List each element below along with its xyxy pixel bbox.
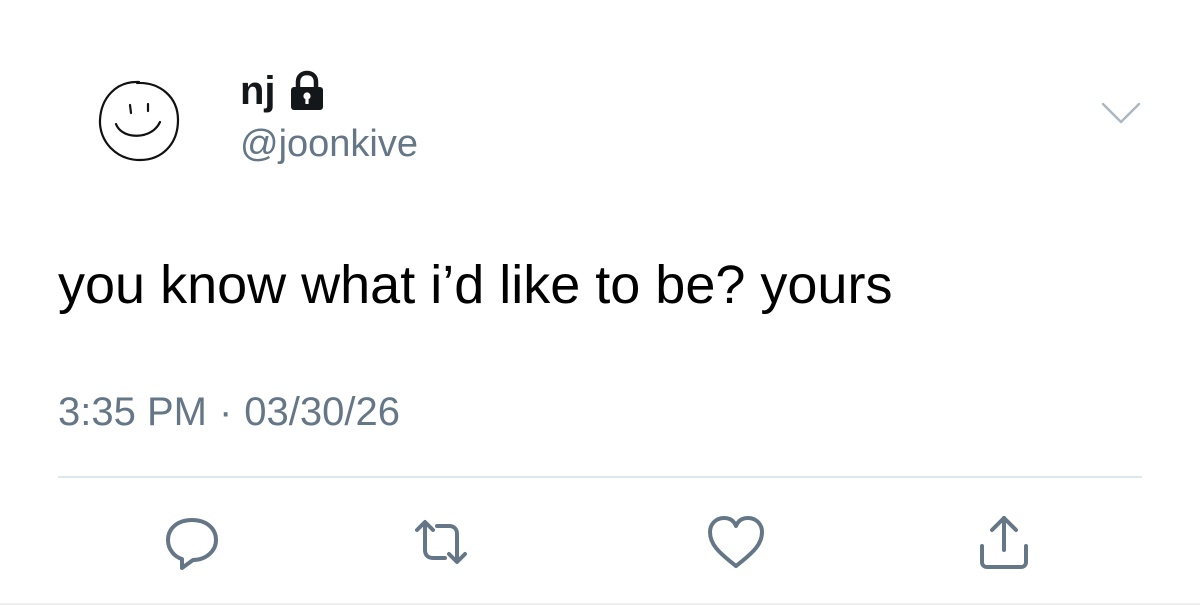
like-button[interactable] — [704, 510, 768, 574]
lock-icon — [288, 70, 326, 112]
smiley-avatar-icon — [98, 80, 180, 162]
avatar[interactable] — [96, 78, 182, 164]
retweet-button[interactable] — [409, 510, 473, 574]
heart-icon — [708, 516, 764, 568]
divider — [58, 476, 1142, 478]
user-handle[interactable]: @joonkive — [240, 120, 418, 168]
tweet-timestamp[interactable]: 3:35 PM · 03/30/26 — [58, 386, 400, 438]
reply-icon — [166, 518, 218, 570]
share-icon — [980, 516, 1028, 569]
tweet-text: you know what i’d like to be? yours — [58, 255, 893, 315]
tweet-date: 03/30/26 — [244, 390, 400, 434]
retweet-icon — [415, 520, 467, 564]
tweet-time: 3:35 PM — [58, 390, 207, 434]
display-name[interactable]: nj — [240, 66, 276, 116]
timestamp-separator: · — [218, 390, 233, 434]
tweet-card: nj @joonkive you know what i’d like to b… — [0, 0, 1200, 605]
name-row: nj — [240, 66, 326, 116]
share-button[interactable] — [972, 510, 1036, 574]
reply-button[interactable] — [160, 510, 224, 574]
chevron-down-icon[interactable] — [1100, 100, 1142, 126]
